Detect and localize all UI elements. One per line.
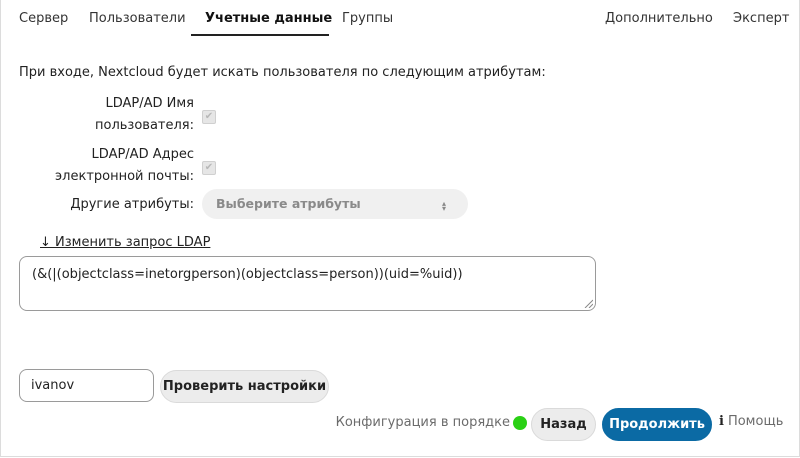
- tab-groups[interactable]: Группы: [342, 0, 393, 36]
- back-button[interactable]: Назад: [531, 408, 596, 441]
- edit-ldap-query-link[interactable]: ↓ Изменить запрос LDAP: [40, 235, 210, 250]
- attr-email-label: LDAP/AD Адрес электронной почты:: [55, 144, 194, 188]
- status-ok-indicator: [513, 416, 527, 430]
- other-attributes-select[interactable]: Выберите атрибуты ▴ ▾: [202, 189, 468, 219]
- tab-users[interactable]: Пользователи: [89, 0, 186, 36]
- info-icon: i: [719, 414, 724, 429]
- config-status-text: Конфигурация в порядке: [335, 415, 510, 430]
- attr-email-label-line2: электронной почты:: [55, 169, 194, 184]
- attr-username-label-line2: пользователя:: [95, 118, 194, 133]
- help-label: Помощь: [727, 414, 784, 429]
- ldap-query-value: (&(|(objectclass=inetorgperson)(objectcl…: [32, 267, 463, 282]
- verify-settings-button[interactable]: Проверить настройки: [160, 370, 329, 403]
- tab-server[interactable]: Сервер: [19, 0, 68, 36]
- other-attributes-placeholder: Выберите атрибуты: [216, 196, 361, 211]
- checkmark-icon: ✔: [204, 111, 214, 122]
- test-username-input[interactable]: ivanov: [19, 369, 154, 402]
- intro-text: При входе, Nextcloud будет искать пользо…: [19, 65, 546, 80]
- attr-email-checkbox[interactable]: ✔: [202, 161, 216, 175]
- attr-username-label-line1: LDAP/AD Имя: [105, 96, 194, 111]
- attr-username-label: LDAP/AD Имя пользователя:: [95, 93, 194, 137]
- tab-advanced[interactable]: Дополнительно: [605, 0, 713, 36]
- attr-username-checkbox[interactable]: ✔: [202, 110, 216, 124]
- wizard-tabs: Сервер Пользователи Учетные данные Групп…: [0, 0, 800, 36]
- tab-expert[interactable]: Эксперт: [733, 0, 789, 36]
- other-attrs-label: Другие атрибуты:: [70, 197, 194, 212]
- ldap-query-textarea[interactable]: (&(|(objectclass=inetorgperson)(objectcl…: [19, 256, 596, 311]
- attr-email-label-line1: LDAP/AD Адрес: [91, 147, 194, 162]
- tab-login-attributes[interactable]: Учетные данные: [205, 0, 332, 36]
- checkmark-icon: ✔: [204, 162, 214, 173]
- help-link[interactable]: i Помощь: [719, 414, 783, 429]
- active-tab-indicator: [191, 34, 329, 36]
- continue-button[interactable]: Продолжить: [602, 408, 712, 441]
- select-arrows-icon: ▴ ▾: [441, 199, 446, 213]
- resize-grip-icon[interactable]: [583, 298, 593, 308]
